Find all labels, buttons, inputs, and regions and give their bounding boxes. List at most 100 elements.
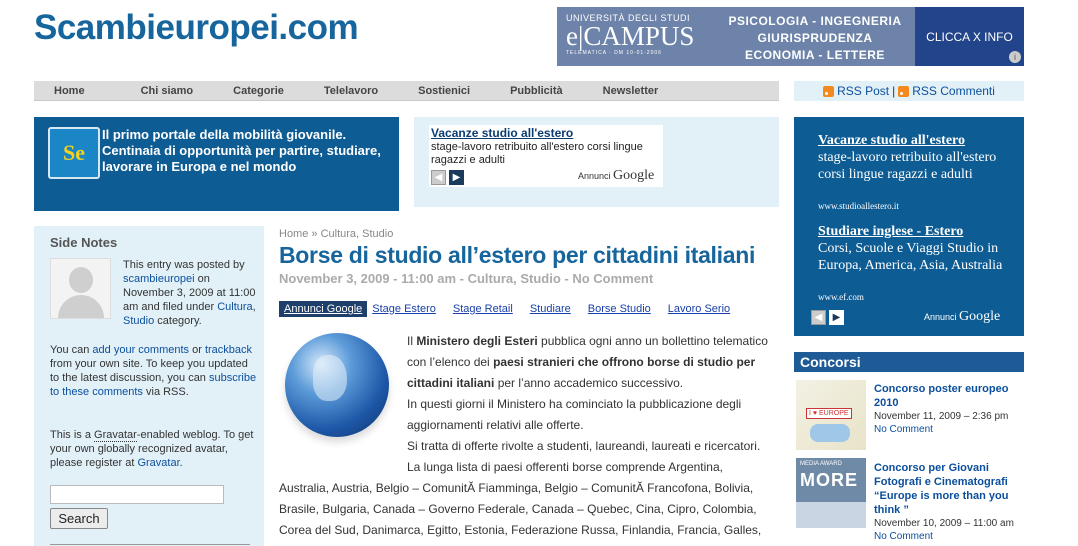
- entry-info: This entry was posted by scambieuropei o…: [123, 258, 258, 328]
- breadcrumb-home[interactable]: Home: [279, 228, 308, 240]
- ad-next-arrow-icon[interactable]: ▶: [449, 170, 464, 185]
- concorso-comments-link[interactable]: No Comment: [874, 424, 933, 435]
- ad-title-link[interactable]: Vacanze studio all'estero: [431, 126, 573, 140]
- intro-text: Il primo portale della mobilità giovanil…: [102, 127, 381, 174]
- ad-url[interactable]: www.studioallestero.it: [818, 201, 899, 211]
- banner-cta-label: CLICCA X INFO: [926, 29, 1013, 44]
- rss-separator: |: [892, 84, 896, 98]
- nav-item-newsletter[interactable]: Newsletter: [603, 85, 659, 97]
- ecampus-brand: UNIVERSITÀ DEGLI STUDI e|CAMPUS TELEMATI…: [557, 7, 715, 66]
- post-title[interactable]: Borse di studio all’estero per cittadini…: [279, 242, 755, 269]
- post-meta: November 3, 2009 - 11:00 am - Cultura, S…: [279, 271, 654, 286]
- concorsi-heading: Concorsi: [794, 352, 1024, 372]
- ad-url[interactable]: www.ef.com: [818, 292, 864, 302]
- rss-comments-link[interactable]: RSS Commenti: [912, 84, 995, 98]
- ad-link[interactable]: Stage Estero: [372, 303, 436, 315]
- ad-link[interactable]: Borse Studio: [588, 303, 651, 315]
- concorso-date: November 11, 2009 – 2:36 pm: [874, 411, 1009, 422]
- banner-faculties: PSICOLOGIA - INGEGNERIA GIURISPRUDENZA E…: [715, 7, 915, 66]
- avatar: [50, 258, 111, 319]
- body-line: Si tratta di offerte rivolte a studenti,…: [407, 439, 761, 453]
- body-line: Il Ministero degli Esteri pubblica ogni …: [407, 334, 768, 348]
- site-logo[interactable]: Scambieuropei.com: [34, 8, 359, 48]
- comma: ,: [252, 301, 256, 313]
- author-link[interactable]: scambieuropei: [123, 273, 195, 285]
- ad-link[interactable]: Lavoro Serio: [668, 303, 730, 315]
- scambieuropei-logo-icon: Se: [48, 127, 100, 179]
- add-comments-link[interactable]: add your comments: [92, 344, 189, 356]
- ad-prev-arrow-icon[interactable]: ◀: [811, 310, 826, 325]
- body-line: La lunga lista di paesi offerenti borse …: [407, 460, 723, 474]
- nav-item-telelavoro[interactable]: Telelavoro: [324, 85, 378, 97]
- divider: [50, 544, 250, 545]
- ad-description: stage-lavoro retribuito all'estero corsi…: [818, 150, 997, 182]
- banner-cta-button[interactable]: CLICCA X INFO i: [915, 7, 1024, 66]
- info-text: .: [179, 457, 183, 469]
- ad-link[interactable]: Stage Retail: [453, 303, 513, 315]
- google-wordmark: Google: [613, 168, 655, 183]
- annunci-google-label[interactable]: Annunci Google: [279, 301, 368, 317]
- category-link-studio[interactable]: Studio: [123, 315, 154, 327]
- concorso-date: November 10, 2009 – 11:00 am: [874, 518, 1014, 529]
- concorso-thumbnail[interactable]: I ♥ EUROPE: [796, 380, 866, 450]
- ad-prev-arrow-icon[interactable]: ◀: [431, 170, 446, 185]
- google-ad-links: Annunci Google Stage Estero Stage Retail…: [279, 301, 747, 317]
- info-text: or: [192, 344, 202, 356]
- nav-item-chi-siamo[interactable]: Chi siamo: [141, 85, 194, 97]
- search-input[interactable]: [50, 485, 224, 504]
- concorso-thumb-text: MORE: [800, 470, 858, 490]
- ad-nav-arrows: ◀ ▶: [811, 310, 844, 325]
- banner-faculty-line: GIURISPRUDENZA: [757, 31, 873, 45]
- nav-item-sostienici[interactable]: Sostienici: [418, 85, 470, 97]
- gravatar-abbr: Gravatar: [94, 429, 137, 442]
- google-wordmark: Google: [959, 309, 1001, 324]
- annunci-google-label[interactable]: Annunci Google: [924, 309, 1000, 325]
- trackback-link[interactable]: trackback: [205, 344, 252, 356]
- ad-description: Corsi, Scuole e Viaggi Studio in Europa,…: [818, 241, 1003, 273]
- ad-title-link[interactable]: Studiare inglese - Estero: [818, 224, 963, 240]
- body-line: cittadini italiani per l’anno accademico…: [407, 376, 684, 390]
- nav-item-home[interactable]: Home: [54, 85, 85, 97]
- nav-item-categorie[interactable]: Categorie: [233, 85, 284, 97]
- annunci-label: Annunci: [924, 312, 957, 322]
- comments-info: You can add your comments or trackback f…: [50, 343, 258, 399]
- concorso-thumbnail[interactable]: MEDIA AWARD MORE: [796, 458, 866, 528]
- concorso-comments-link[interactable]: No Comment: [874, 531, 933, 542]
- entry-text: This entry was posted by: [123, 259, 245, 271]
- breadcrumb-category[interactable]: Cultura, Studio: [321, 228, 394, 240]
- side-notes-heading: Side Notes: [50, 235, 118, 250]
- info-text: via RSS.: [146, 386, 189, 398]
- body-line: In questi giorni il Ministero ha cominci…: [407, 397, 742, 411]
- body-line: Corea del Sud, Danimarca, Egitto, Estoni…: [279, 523, 762, 537]
- main-nav: Home Chi siamo Categorie Telelavoro Sost…: [34, 81, 779, 101]
- body-line: con l’elenco dei paesi stranieri che off…: [407, 355, 756, 369]
- concorso-thumb-text: MEDIA AWARD: [800, 461, 842, 467]
- breadcrumb-separator: »: [311, 228, 318, 240]
- search-button[interactable]: Search: [50, 508, 108, 529]
- rss-icon: [823, 85, 835, 97]
- side-notes: Side Notes This entry was posted by scam…: [34, 226, 264, 546]
- globe-image: [285, 333, 389, 437]
- ecampus-banner-ad[interactable]: UNIVERSITÀ DEGLI STUDI e|CAMPUS TELEMATI…: [557, 7, 1024, 66]
- ad-next-arrow-icon[interactable]: ▶: [829, 310, 844, 325]
- banner-brand-name: e|CAMPUS: [566, 21, 695, 51]
- info-icon[interactable]: i: [1009, 51, 1021, 63]
- concorso-thumb-text: I ♥ EUROPE: [806, 408, 852, 419]
- category-link-cultura[interactable]: Cultura: [217, 301, 252, 313]
- rss-post-link[interactable]: RSS Post: [837, 84, 889, 98]
- info-text: This is a: [50, 429, 91, 441]
- rss-bar: RSS Post | RSS Commenti: [794, 81, 1024, 101]
- intro-box: Se Il primo portale della mobilità giova…: [34, 117, 399, 211]
- annunci-google-label[interactable]: Annunci Google: [578, 168, 654, 184]
- nav-item-pubblicita[interactable]: Pubblicità: [510, 85, 563, 97]
- ad-link[interactable]: Studiare: [530, 303, 571, 315]
- info-text: You can: [50, 344, 90, 356]
- concorso-title-link[interactable]: Concorso per Giovani Fotografi e Cinemat…: [874, 461, 1024, 517]
- google-ad-right: Vacanze studio all'estero stage-lavoro r…: [794, 117, 1024, 336]
- gravatar-link[interactable]: Gravatar: [137, 457, 179, 469]
- breadcrumb: Home » Cultura, Studio: [279, 228, 393, 240]
- ad-title-link[interactable]: Vacanze studio all'estero: [818, 133, 965, 149]
- ad-nav-arrows: ◀ ▶: [431, 170, 464, 185]
- concorso-title-link[interactable]: Concorso poster europeo 2010: [874, 382, 1024, 410]
- body-line: aggiornamenti relativi alle offerte.: [407, 418, 584, 432]
